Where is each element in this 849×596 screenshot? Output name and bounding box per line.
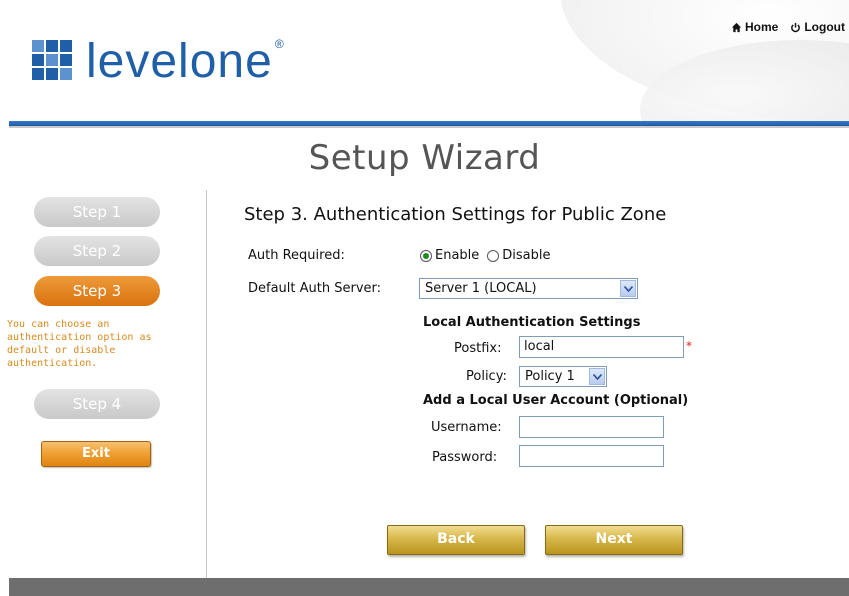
header: levelone ® Home Logout: [0, 0, 849, 122]
power-icon: [791, 22, 801, 32]
logo-mark-icon: [32, 40, 76, 84]
home-link[interactable]: Home: [731, 20, 778, 34]
sidebar-step-2[interactable]: Step 2: [34, 236, 160, 266]
password-label: Password:: [432, 450, 498, 465]
sidebar-step-1[interactable]: Step 1: [34, 197, 160, 227]
footer-bar: [9, 578, 849, 596]
required-mark: *: [686, 339, 692, 353]
sidebar-divider: [206, 190, 207, 580]
logo: levelone ®: [32, 38, 285, 86]
top-links: Home Logout: [731, 20, 845, 34]
chevron-down-icon[interactable]: [589, 368, 605, 385]
page-title: Setup Wizard: [308, 138, 541, 178]
disable-radio[interactable]: [487, 249, 500, 262]
password-input[interactable]: [519, 445, 664, 467]
default-auth-server-label: Default Auth Server:: [248, 281, 382, 296]
postfix-input[interactable]: local: [519, 336, 684, 358]
back-button[interactable]: Back: [387, 525, 525, 555]
section-title: Step 3. Authentication Settings for Publ…: [244, 204, 667, 225]
enable-radio-label[interactable]: Enable: [435, 248, 479, 263]
logout-link-label: Logout: [804, 20, 845, 34]
header-rule-shadow: [9, 126, 849, 128]
chevron-down-icon[interactable]: [620, 280, 636, 297]
exit-button[interactable]: Exit: [41, 441, 151, 467]
policy-value: Policy 1: [525, 369, 575, 384]
logo-text: levelone ®: [86, 35, 285, 88]
auth-required-label: Auth Required:: [248, 248, 345, 263]
policy-select[interactable]: Policy 1: [519, 366, 607, 387]
next-button[interactable]: Next: [545, 525, 683, 555]
default-auth-server-value: Server 1 (LOCAL): [425, 281, 537, 296]
logout-link[interactable]: Logout: [790, 20, 845, 34]
username-label: Username:: [431, 420, 502, 435]
home-icon: [731, 22, 742, 32]
sidebar-step-3[interactable]: Step 3: [34, 276, 160, 306]
postfix-label: Postfix:: [454, 341, 502, 356]
home-link-label: Home: [745, 20, 779, 34]
sidebar-step-4[interactable]: Step 4: [34, 389, 160, 419]
username-input[interactable]: [519, 416, 664, 438]
auth-required-radios: Enable Disable: [420, 248, 559, 263]
local-auth-heading: Local Authentication Settings: [423, 315, 641, 330]
enable-radio[interactable]: [420, 249, 432, 262]
local-user-heading: Add a Local User Account (Optional): [423, 393, 689, 408]
disable-radio-label[interactable]: Disable: [502, 248, 550, 263]
step-note: You can choose an authentication option …: [7, 319, 152, 369]
default-auth-server-select[interactable]: Server 1 (LOCAL): [419, 278, 638, 299]
policy-label: Policy:: [466, 369, 507, 384]
